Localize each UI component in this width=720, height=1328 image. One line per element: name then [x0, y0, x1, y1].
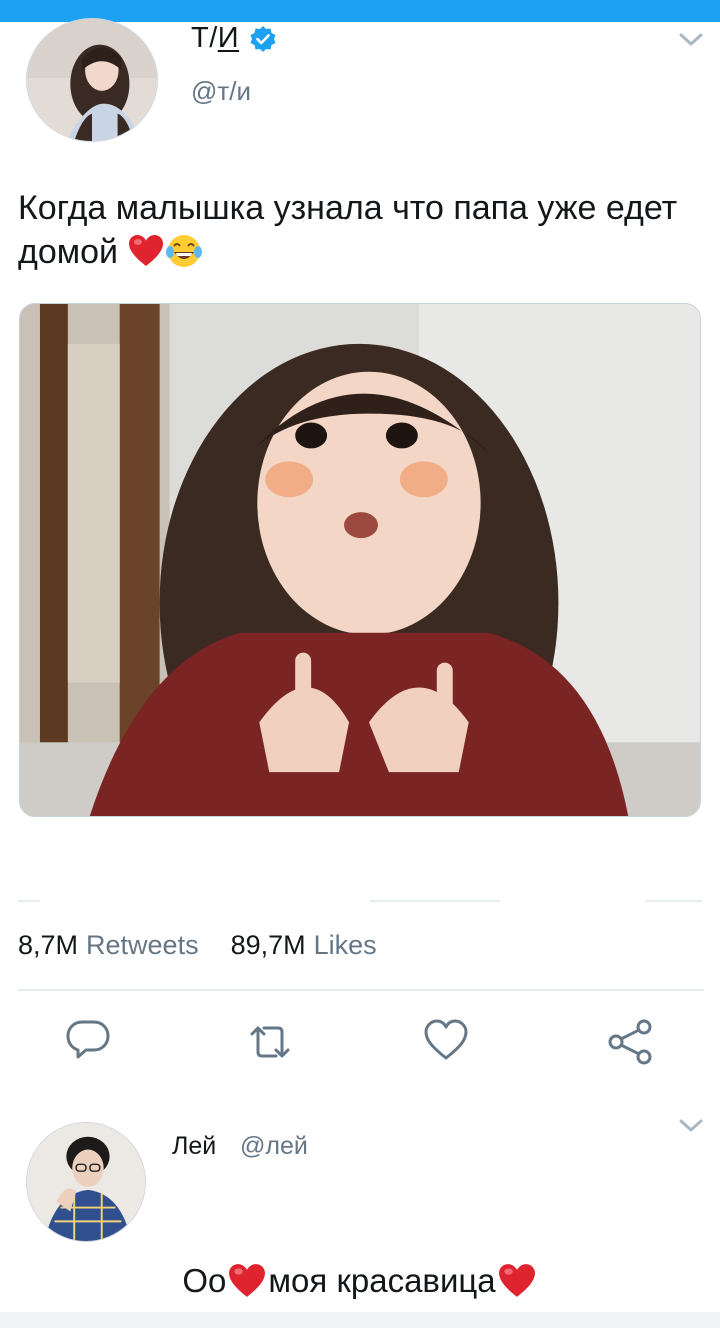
reply-text: Оо моя красавица	[0, 1262, 720, 1300]
divider-actions	[18, 989, 704, 991]
divider-top-left	[18, 900, 40, 902]
share-button[interactable]	[606, 1018, 654, 1066]
likes-label: Likes	[313, 930, 377, 960]
share-icon	[608, 1019, 652, 1065]
reply-handle[interactable]: @лей	[240, 1132, 308, 1161]
author-handle[interactable]: @т/и	[191, 76, 251, 107]
tweet-photo[interactable]	[19, 303, 701, 817]
red-heart-emoji	[498, 1264, 535, 1297]
retweet-button[interactable]	[246, 1018, 294, 1066]
retweets-count: 8,7M	[18, 930, 79, 960]
retweet-icon	[250, 1026, 290, 1058]
divider-top-mid	[370, 900, 500, 902]
tweet-text: Когда малышка узнала что папа уже едет д…	[18, 186, 688, 274]
reply-text-part2: моя красавица	[268, 1262, 496, 1299]
like-button[interactable]	[422, 1016, 470, 1064]
likes-stat[interactable]: 89,7M Likes	[231, 930, 377, 960]
retweets-stat[interactable]: 8,7M Retweets	[18, 930, 199, 960]
bottom-strip	[0, 1312, 720, 1328]
status-bar	[0, 0, 720, 22]
reply-display-name[interactable]: Лей	[172, 1132, 216, 1161]
retweets-label: Retweets	[86, 930, 199, 960]
display-name-underlined: И	[217, 22, 240, 54]
like-icon	[424, 1019, 468, 1060]
chevron-down-icon[interactable]	[678, 1118, 704, 1134]
tears-of-joy-emoji	[166, 235, 203, 267]
reply-text-part1: Оо	[182, 1262, 227, 1299]
reply-icon	[66, 1020, 110, 1059]
author-avatar[interactable]	[26, 18, 158, 142]
reply-author-avatar[interactable]	[26, 1122, 146, 1242]
tweet-stats: 8,7M Retweets 89,7M Likes	[18, 930, 377, 961]
author-display-name[interactable]: Т/И	[191, 22, 239, 55]
likes-count: 89,7M	[230, 930, 306, 960]
display-name-prefix: Т/	[191, 22, 218, 54]
tweet-text-body: Когда малышка узнала что папа уже едет д…	[18, 189, 678, 271]
reply-button[interactable]	[64, 1016, 112, 1064]
red-heart-emoji	[129, 235, 164, 266]
chevron-down-icon[interactable]	[678, 32, 704, 48]
verified-badge-icon	[249, 25, 277, 53]
divider-top-right	[646, 900, 702, 902]
red-heart-emoji	[229, 1264, 266, 1297]
